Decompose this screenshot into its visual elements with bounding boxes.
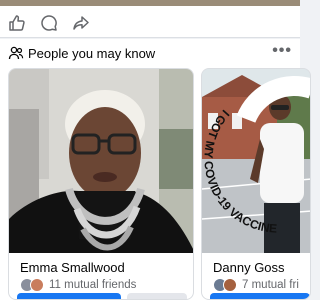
share-icon[interactable] [70, 12, 92, 34]
add-friend-button[interactable] [210, 293, 310, 299]
shirt-text: I GOT MY COVID-19 VACCINE [202, 107, 278, 236]
people-icon [8, 45, 24, 61]
people-you-may-know-section: People you may know ••• Emma Smallwood 1… [0, 39, 311, 300]
avatar [30, 278, 44, 292]
comment-icon[interactable] [38, 12, 60, 34]
profile-photo[interactable] [9, 69, 193, 253]
section-title: People you may know [28, 46, 156, 61]
mutual-friends: 11 mutual friends [20, 277, 136, 293]
mutual-friends: 7 mutual fri [213, 277, 299, 293]
remove-button[interactable] [127, 293, 187, 299]
suggestion-name[interactable]: Danny Goss [213, 260, 285, 275]
more-options-button[interactable]: ••• [272, 42, 292, 60]
mutual-friends-count: 7 mutual fri [242, 279, 299, 291]
add-friend-button[interactable] [17, 293, 121, 299]
post-action-bar [0, 6, 300, 38]
suggestion-name[interactable]: Emma Smallwood [20, 260, 125, 275]
like-icon[interactable] [6, 12, 28, 34]
mutual-friend-avatars [213, 277, 239, 293]
profile-photo[interactable]: I GOT MY COVID-19 VACCINE [202, 69, 310, 253]
section-header: People you may know ••• [0, 39, 300, 67]
mutual-friends-count: 11 mutual friends [49, 279, 137, 291]
suggestion-card[interactable]: I GOT MY COVID-19 VACCINE Danny Goss 7 m… [201, 68, 311, 300]
svg-text:I GOT MY COVID-19 VACCINE: I GOT MY COVID-19 VACCINE [202, 107, 278, 236]
mutual-friend-avatars [20, 277, 46, 293]
avatar [223, 278, 237, 292]
suggestion-card[interactable]: Emma Smallwood 11 mutual friends [8, 68, 194, 300]
